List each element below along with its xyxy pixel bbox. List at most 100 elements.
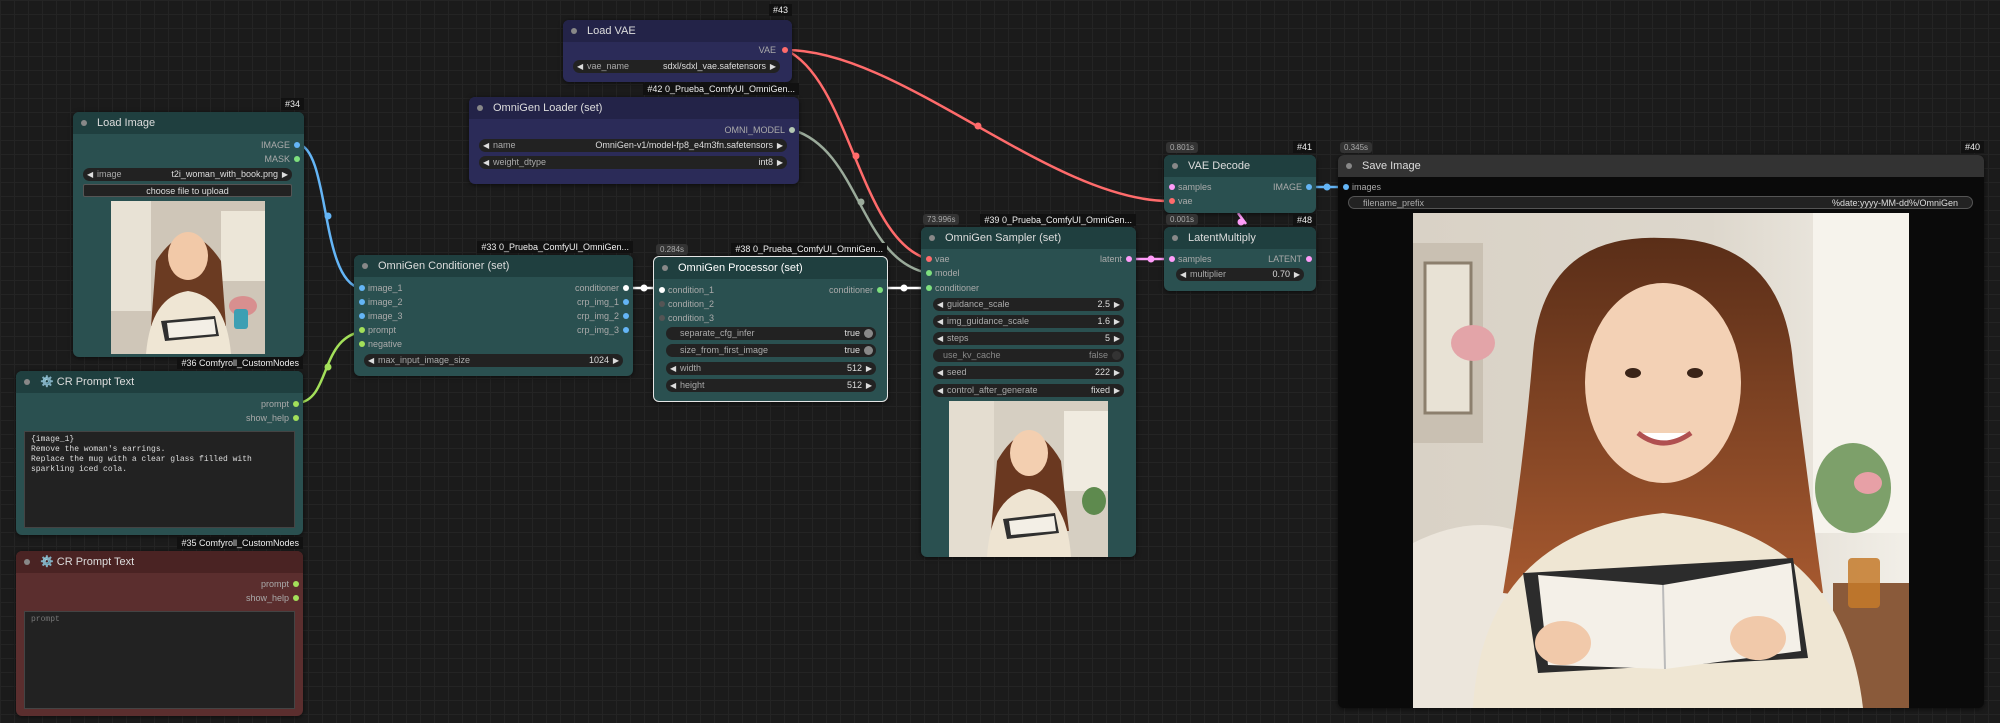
input-negative-pin[interactable] [359, 341, 365, 347]
separate-cfg-infer-toggle[interactable]: separate_cfg_infer true [666, 327, 876, 340]
load-image-node[interactable]: #34 Load Image IMAGE MASK ◀ image t2i_woma… [73, 98, 304, 357]
output-latent-pin[interactable] [1126, 256, 1132, 262]
output-omni-model-pin[interactable] [789, 127, 795, 133]
output-crp-img-2-pin[interactable] [623, 313, 629, 319]
collapse-dot[interactable] [81, 120, 87, 126]
node-id-badge: #48 [1292, 214, 1316, 226]
node-id-badge: #40 [1960, 141, 1984, 153]
node-id-badge: #43 [768, 4, 792, 16]
omnigen-loader-node[interactable]: #42 0_Prueba_ComfyUI_OmniGen... OmniGen … [469, 83, 799, 184]
load-vae-node[interactable]: #43 Load VAE VAE ◀ vae_name sdxl/sdxl_vae.… [563, 4, 792, 82]
output-crp-img-3-pin[interactable] [623, 327, 629, 333]
input-samples: samples [1178, 182, 1212, 192]
node-title[interactable]: VAE Decode [1164, 155, 1316, 177]
vae-decode-node[interactable]: #41 0.801s VAE Decode samples vae IMAGE [1164, 141, 1316, 213]
output-latent-pin[interactable] [1306, 256, 1312, 262]
cr-prompt-text-node-1[interactable]: #36 Comfyroll_CustomNodes ⚙️ CR Prompt T… [16, 357, 303, 535]
seed-widget[interactable]: ◀ seed 222 ▶ [933, 366, 1124, 379]
arrow-right-icon: ▶ [1113, 386, 1120, 395]
prompt-textarea[interactable]: prompt [24, 611, 295, 709]
max-input-image-size-widget[interactable]: ◀ max_input_image_size 1024 ▶ [364, 354, 623, 367]
collapse-dot[interactable] [1172, 235, 1178, 241]
input-conditioner-pin[interactable] [926, 285, 932, 291]
node-title[interactable]: OmniGen Processor (set) [654, 257, 887, 279]
width-widget[interactable]: ◀ width 512 ▶ [666, 362, 876, 375]
prompt-textarea[interactable]: {image_1} Remove the woman's earrings. R… [24, 431, 295, 528]
output-conditioner: conditioner [828, 285, 873, 295]
cr-prompt-text-node-2[interactable]: #35 Comfyroll_CustomNodes ⚙️ CR Prompt T… [16, 537, 303, 716]
omnigen-sampler-node[interactable]: #39 0_Prueba_ComfyUI_OmniGen... 73.996s … [921, 214, 1136, 557]
output-mask-pin[interactable] [294, 156, 300, 162]
arrow-right-icon: ▶ [1113, 368, 1120, 377]
arrow-left-icon: ◀ [368, 356, 375, 365]
collapse-dot[interactable] [929, 235, 935, 241]
collapse-dot[interactable] [1172, 163, 1178, 169]
input-samples-pin[interactable] [1169, 184, 1175, 190]
control-after-generate-combo[interactable]: ◀ control_after_generate fixed ▶ [933, 384, 1124, 397]
output-show-help-pin[interactable] [293, 595, 299, 601]
input-condition-3-pin[interactable] [659, 315, 665, 321]
multiplier-widget[interactable]: ◀ multiplier 0.70 ▶ [1176, 268, 1304, 281]
collapse-dot[interactable] [362, 263, 368, 269]
output-prompt-pin[interactable] [293, 401, 299, 407]
input-image-2-pin[interactable] [359, 299, 365, 305]
node-title[interactable]: ⚙️ CR Prompt Text [16, 551, 303, 573]
output-image: IMAGE [1272, 182, 1302, 192]
input-model-pin[interactable] [926, 270, 932, 276]
node-title[interactable]: OmniGen Sampler (set) [921, 227, 1136, 249]
img-guidance-scale-widget[interactable]: ◀ img_guidance_scale 1.6 ▶ [933, 315, 1124, 328]
arrow-left-icon: ◀ [937, 317, 944, 326]
node-title[interactable]: OmniGen Conditioner (set) [354, 255, 633, 277]
latent-multiply-node[interactable]: #48 0.001s LatentMultiply samples LATENT… [1164, 214, 1316, 291]
name-combo[interactable]: ◀ name OmniGen-v1/model-fp8_e4m3fn.safeten… [479, 139, 787, 152]
input-image-1-pin[interactable] [359, 285, 365, 291]
upload-button[interactable]: choose file to upload [83, 184, 292, 197]
collapse-dot[interactable] [477, 105, 483, 111]
omnigen-conditioner-node[interactable]: #33 0_Prueba_ComfyUI_OmniGen... OmniGen … [354, 241, 633, 376]
output-conditioner-pin[interactable] [623, 285, 629, 291]
output-crp-img-1: crp_img_1 [576, 297, 619, 307]
image-combo[interactable]: ◀ image t2i_woman_with_book.png ▶ [83, 168, 292, 181]
collapse-dot[interactable] [662, 265, 668, 271]
collapse-dot[interactable] [571, 28, 577, 34]
save-image-node[interactable]: #40 0.345s Save Image images filename_pr… [1338, 141, 1984, 708]
output-prompt-pin[interactable] [293, 581, 299, 587]
input-condition-1-pin[interactable] [659, 287, 665, 293]
collapse-dot[interactable] [1346, 163, 1352, 169]
collapse-dot[interactable] [24, 379, 30, 385]
node-id-badge: #38 0_Prueba_ComfyUI_OmniGen... [731, 243, 887, 255]
input-prompt-pin[interactable] [359, 327, 365, 333]
output-crp-img-1-pin[interactable] [623, 299, 629, 305]
output-image-pin[interactable] [294, 142, 300, 148]
filename-prefix-input[interactable]: filename_prefix %date:yyyy-MM-dd%/OmniGen [1348, 196, 1973, 209]
execution-time: 73.996s [923, 214, 960, 225]
input-vae-pin[interactable] [1169, 198, 1175, 204]
vae-name-combo[interactable]: ◀ vae_name sdxl/sdxl_vae.safetensors ▶ [573, 60, 780, 73]
input-images-pin[interactable] [1343, 184, 1349, 190]
node-id-badge: #39 0_Prueba_ComfyUI_OmniGen... [980, 214, 1136, 226]
weight-dtype-combo[interactable]: ◀ weight_dtype int8 ▶ [479, 156, 787, 169]
input-image-3-pin[interactable] [359, 313, 365, 319]
output-image-pin[interactable] [1306, 184, 1312, 190]
node-title[interactable]: LatentMultiply [1164, 227, 1316, 249]
use-kv-cache-toggle[interactable]: use_kv_cache false [933, 349, 1124, 362]
output-omni-model: OMNI_MODEL [724, 125, 785, 135]
node-title[interactable]: Save Image [1338, 155, 1984, 177]
input-samples-pin[interactable] [1169, 256, 1175, 262]
output-vae-pin[interactable] [782, 47, 788, 53]
height-widget[interactable]: ◀ height 512 ▶ [666, 379, 876, 392]
size-from-first-image-toggle[interactable]: size_from_first_image true [666, 344, 876, 357]
output-show-help-pin[interactable] [293, 415, 299, 421]
collapse-dot[interactable] [24, 559, 30, 565]
node-title[interactable]: ⚙️ CR Prompt Text [16, 371, 303, 393]
omnigen-processor-node[interactable]: #38 0_Prueba_ComfyUI_OmniGen... 0.284s O… [653, 243, 888, 402]
output-conditioner-pin[interactable] [877, 287, 883, 293]
node-title[interactable]: Load VAE [563, 20, 792, 42]
output-show-help: show_help [245, 413, 289, 423]
guidance-scale-widget[interactable]: ◀ guidance_scale 2.5 ▶ [933, 298, 1124, 311]
input-vae-pin[interactable] [926, 256, 932, 262]
node-title[interactable]: Load Image [73, 112, 304, 134]
node-title[interactable]: OmniGen Loader (set) [469, 97, 799, 119]
input-condition-2-pin[interactable] [659, 301, 665, 307]
steps-widget[interactable]: ◀ steps 5 ▶ [933, 332, 1124, 345]
